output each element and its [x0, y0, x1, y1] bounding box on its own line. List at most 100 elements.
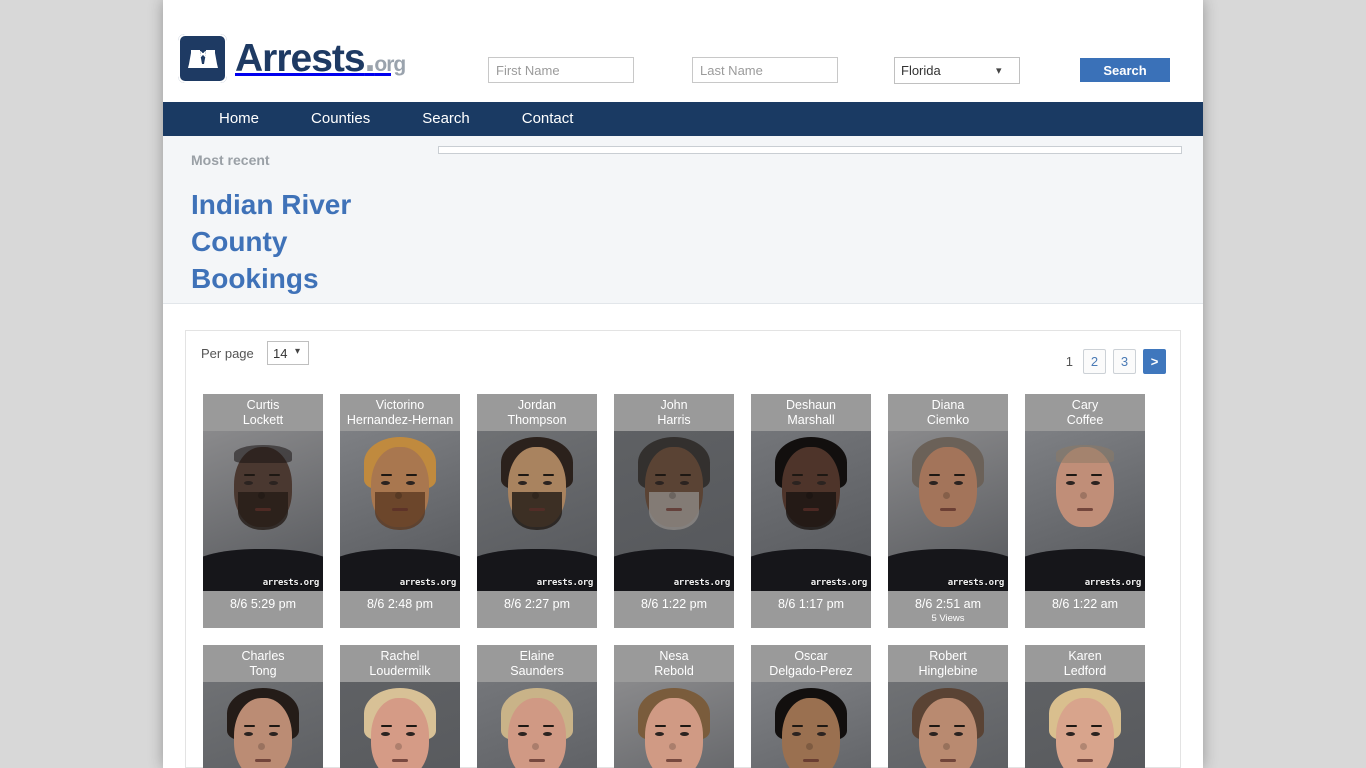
pagination-page-2[interactable]: 2: [1083, 349, 1106, 374]
booking-card-name: Robert Hinglebine: [888, 645, 1008, 682]
first-name-text: Karen: [1068, 649, 1102, 663]
booking-card[interactable]: Victorino Hernandez-Hernan arrests.org 8/6 …: [340, 394, 460, 628]
title-band: Most recent Indian River County Bookings: [163, 136, 1203, 304]
nav-item-search[interactable]: Search: [396, 102, 496, 136]
page-title: Indian River County Bookings: [191, 188, 352, 295]
mugshot-image: arrests.org: [751, 431, 871, 591]
booking-card-name: Jordan Thompson: [477, 394, 597, 431]
booking-date: 8/6 2:51 am: [914, 597, 981, 611]
bookings-grid: Curtis Lockett arrests.org 8/6 5:29 pm Victo…: [186, 377, 1182, 768]
booking-card[interactable]: ElaineSaundersarrests.org: [477, 645, 597, 768]
first-name-input[interactable]: [488, 57, 634, 83]
last-name-text: Marshall: [787, 413, 835, 427]
mugshot-image: arrests.org: [751, 682, 871, 768]
first-name-text: Deshaun: [785, 398, 837, 412]
first-name-text: Elaine: [519, 649, 555, 663]
booking-card[interactable]: NesaReboldarrests.org: [614, 645, 734, 768]
booking-date: 8/6 2:27 pm: [503, 597, 570, 611]
booking-card[interactable]: John Harris arrests.org 8/6 1:22 pm: [614, 394, 734, 628]
booking-card[interactable]: Curtis Lockett arrests.org 8/6 5:29 pm: [203, 394, 323, 628]
first-name-text: Jordan: [517, 398, 557, 412]
per-page-select[interactable]: 14: [267, 341, 309, 365]
per-page-label: Per page: [201, 346, 254, 361]
handcuffs-icon: [178, 34, 227, 83]
state-select[interactable]: Florida: [894, 57, 1020, 84]
mugshot-image: arrests.org: [614, 682, 734, 768]
booking-card[interactable]: OscarDelgado-Perezarrests.org: [751, 645, 871, 768]
last-name-text: Hinglebine: [918, 664, 978, 678]
booking-card[interactable]: Cary Coffee arrests.org 8/6 1:22 am: [1025, 394, 1145, 628]
mugshot-image: arrests.org: [203, 682, 323, 768]
first-name-text: Cary: [1071, 398, 1099, 412]
last-name-text: Ciemko: [926, 413, 970, 427]
mugshot-image: arrests.org: [1025, 431, 1145, 591]
booking-card-footer: 8/6 1:22 am: [1025, 591, 1145, 628]
last-name-text: Rebold: [654, 664, 694, 678]
booking-date: 8/6 1:22 pm: [640, 597, 707, 611]
booking-card-name: Curtis Lockett: [203, 394, 323, 431]
first-name-text: Rachel: [380, 649, 420, 663]
watermark-text: arrests.org: [947, 578, 1005, 588]
last-name-text: Thompson: [507, 413, 567, 427]
booking-card[interactable]: RobertHinglebinearrests.org: [888, 645, 1008, 768]
watermark-text: arrests.org: [673, 578, 731, 588]
last-name-text: Delgado-Perez: [769, 664, 853, 678]
booking-card[interactable]: RachelLoudermilk arrests.org: [340, 645, 460, 768]
logo-text: Arrests: [235, 37, 366, 80]
mugshot-image: arrests.org: [477, 431, 597, 591]
first-name-text: Curtis: [246, 398, 280, 412]
nav-item-home[interactable]: Home: [193, 102, 285, 136]
booking-card-footer: 8/6 1:17 pm: [751, 591, 871, 628]
pagination-page-3[interactable]: 3: [1113, 349, 1136, 374]
first-name-text: Charles: [241, 649, 285, 663]
mugshot-image: arrests.org: [1025, 682, 1145, 768]
booking-date: 8/6 1:22 am: [1051, 597, 1118, 611]
pagination-next-button[interactable]: >: [1143, 349, 1166, 374]
booking-card-name: Karen Ledford: [1025, 645, 1145, 682]
last-name-text: Coffee: [1066, 413, 1104, 427]
site-logo[interactable]: Arrests.org: [178, 34, 406, 83]
mugshot-image: arrests.org: [340, 682, 460, 768]
site-header: Arrests.org Florida ▾ Search: [163, 0, 1203, 102]
last-name-text: Hernandez-Hernan: [346, 413, 454, 427]
booking-card[interactable]: Deshaun Marshall arrests.org 8/6 1:17 pm: [751, 394, 871, 628]
booking-card-footer: 8/6 1:22 pm: [614, 591, 734, 628]
search-button[interactable]: Search: [1080, 58, 1170, 82]
logo-wordmark: Arrests.org: [235, 37, 406, 80]
booking-date: 8/6 2:48 pm: [366, 597, 433, 611]
booking-card-name: Deshaun Marshall: [751, 394, 871, 431]
watermark-text: arrests.org: [536, 578, 594, 588]
booking-card-name: Oscar Delgado-Perez: [751, 645, 871, 682]
last-name-text: Loudermilk: [369, 664, 431, 678]
last-name-text: Lockett: [242, 413, 284, 427]
last-name-text: Saunders: [510, 664, 564, 678]
last-name-text: Ledford: [1063, 664, 1107, 678]
last-name-text: Tong: [249, 664, 277, 678]
nav-item-contact[interactable]: Contact: [496, 102, 600, 136]
logo-dot: .: [364, 37, 376, 80]
booking-card[interactable]: Jordan Thompson arrests.org 8/6 2:27 pm: [477, 394, 597, 628]
booking-card[interactable]: CharlesTong arrests.org: [203, 645, 323, 768]
watermark-text: arrests.org: [1084, 578, 1142, 588]
booking-card[interactable]: KarenLedfordarrests.org: [1025, 645, 1145, 768]
first-name-text: Robert: [929, 649, 967, 663]
eyebrow-label: Most recent: [191, 152, 270, 168]
last-name-input[interactable]: [692, 57, 838, 83]
booking-card-name: Diana Ciemko: [888, 394, 1008, 431]
first-name-text: Diana: [931, 398, 965, 412]
mugshot-image: arrests.org: [888, 682, 1008, 768]
booking-card[interactable]: Diana Ciemko arrests.org 8/6 2:51 am 5 Views: [888, 394, 1008, 628]
booking-card-footer: 8/6 5:29 pm: [203, 591, 323, 628]
page-root: Arrests.org Florida ▾ Search Home Counti…: [0, 0, 1366, 768]
results-toolbar: Per page 14 ▾ 1 2 3 >: [186, 331, 1180, 377]
nav-item-counties[interactable]: Counties: [285, 102, 396, 136]
booking-card-name: Cary Coffee: [1025, 394, 1145, 431]
site-container: Arrests.org Florida ▾ Search Home Counti…: [163, 0, 1203, 768]
pagination-current: 1: [1065, 354, 1073, 369]
booking-card-name: Nesa Rebold: [614, 645, 734, 682]
booking-card-name: Victorino Hernandez-Hernan: [340, 394, 460, 431]
booking-card-name: Elaine Saunders: [477, 645, 597, 682]
booking-card-footer: 8/6 2:51 am 5 Views: [888, 591, 1008, 628]
watermark-text: arrests.org: [399, 578, 457, 588]
mugshot-image: arrests.org: [477, 682, 597, 768]
